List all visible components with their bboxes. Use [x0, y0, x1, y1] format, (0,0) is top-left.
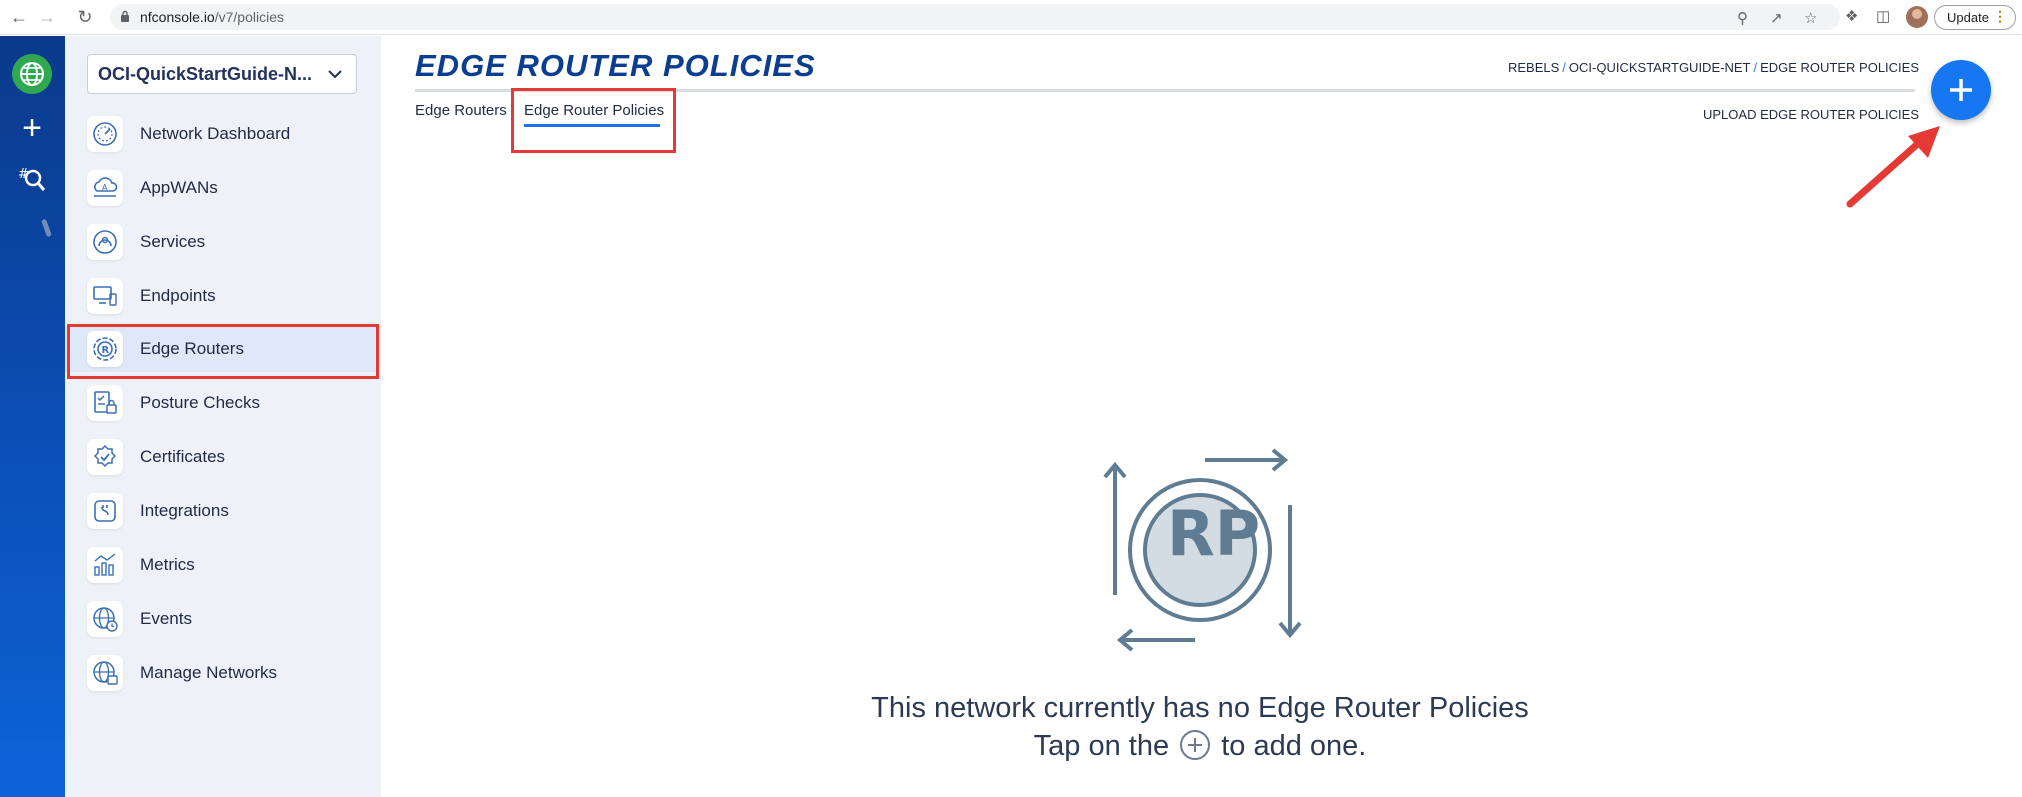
left-rail: + # [0, 36, 65, 797]
network-selector[interactable]: OCI-QuickStartGuide-N... [87, 54, 357, 94]
profile-avatar[interactable] [1906, 6, 1928, 28]
svg-text:RP: RP [1167, 497, 1260, 570]
url-text: nfconsole.io/v7/policies [140, 9, 284, 25]
rail-scroll-mark [41, 218, 52, 238]
services-icon [87, 224, 123, 260]
bookmark-star-icon[interactable]: ☆ [1804, 9, 1817, 27]
router-policy-empty-icon: RP [1103, 448, 1302, 652]
integrations-icon [87, 493, 123, 529]
manage-networks-icon [87, 655, 123, 691]
lock-icon [121, 10, 129, 22]
dashboard-gauge-icon [87, 116, 123, 152]
search-hash-icon[interactable]: # [14, 164, 50, 200]
inline-add-icon [1180, 730, 1211, 760]
add-policy-fab-button[interactable] [1931, 60, 1991, 120]
globe-icon[interactable] [12, 54, 52, 94]
appwan-cloud-icon: A [87, 170, 123, 206]
add-plus-icon[interactable]: + [14, 111, 50, 145]
breadcrumb-item: EDGE ROUTER POLICIES [1760, 60, 1919, 75]
sidebar-item-appwans[interactable]: A AppWANs [65, 165, 381, 211]
endpoints-icon [87, 278, 123, 314]
share-icon[interactable]: ↗ [1770, 9, 1783, 27]
breadcrumb-item[interactable]: REBELS [1508, 60, 1559, 75]
update-button[interactable]: Update ⋮ [1934, 5, 2016, 30]
breadcrumb: REBELS / OCI-QUICKSTARTGUIDE-NET / EDGE ROUT… [1507, 60, 1919, 75]
plus-icon [1950, 79, 1972, 101]
metrics-icon [87, 547, 123, 583]
back-arrow-icon[interactable]: ← [8, 6, 30, 28]
sidebar-item-posture-checks[interactable]: Posture Checks [65, 380, 381, 426]
sidebar-item-certificates[interactable]: Certificates [65, 434, 381, 480]
side-panel-icon[interactable]: ◫ [1876, 7, 1890, 25]
address-bar[interactable]: nfconsole.io/v7/policies ⚲ ↗ ☆ [110, 4, 1840, 30]
sidebar-item-endpoints[interactable]: Endpoints [65, 273, 381, 319]
empty-state-message: This network currently has no Edge Route… [871, 692, 1529, 724]
certificate-icon [87, 439, 123, 475]
sidebar-item-services[interactable]: Services [65, 219, 381, 265]
annotation-arrow [1846, 126, 1940, 208]
sidebar: OCI-QuickStartGuide-N... Network Dashboa… [65, 36, 381, 797]
key-icon[interactable]: ⚲ [1737, 9, 1748, 27]
posture-checks-icon [87, 385, 123, 421]
sidebar-item-integrations[interactable]: Integrations [65, 488, 381, 534]
sidebar-item-network-dashboard[interactable]: Network Dashboard [65, 111, 381, 157]
forward-arrow-icon[interactable]: → [36, 6, 58, 28]
reload-icon[interactable]: ↻ [74, 6, 96, 28]
highlight-edge-routers [67, 324, 379, 379]
empty-state-hint: Tap on the to add one. [1033, 730, 1367, 762]
browser-toolbar: ← → ↻ nfconsole.io/v7/policies ⚲ ↗ ☆ ❖ ◫… [0, 0, 2022, 35]
sidebar-item-events[interactable]: Events [65, 596, 381, 642]
sidebar-item-manage-networks[interactable]: Manage Networks [65, 650, 381, 696]
extensions-puzzle-icon[interactable]: ❖ [1845, 7, 1858, 25]
events-icon [87, 601, 123, 637]
more-menu-icon[interactable]: ⋮ [1993, 8, 2007, 25]
svg-text:A: A [102, 183, 108, 192]
highlight-policies-tab [511, 88, 676, 153]
breadcrumb-item[interactable]: OCI-QUICKSTARTGUIDE-NET [1569, 60, 1751, 75]
page-title: EDGE ROUTER POLICIES [415, 48, 816, 83]
sidebar-item-metrics[interactable]: Metrics [65, 542, 381, 588]
chevron-down-icon [328, 70, 342, 79]
tab-edge-routers[interactable]: Edge Routers [415, 102, 507, 119]
